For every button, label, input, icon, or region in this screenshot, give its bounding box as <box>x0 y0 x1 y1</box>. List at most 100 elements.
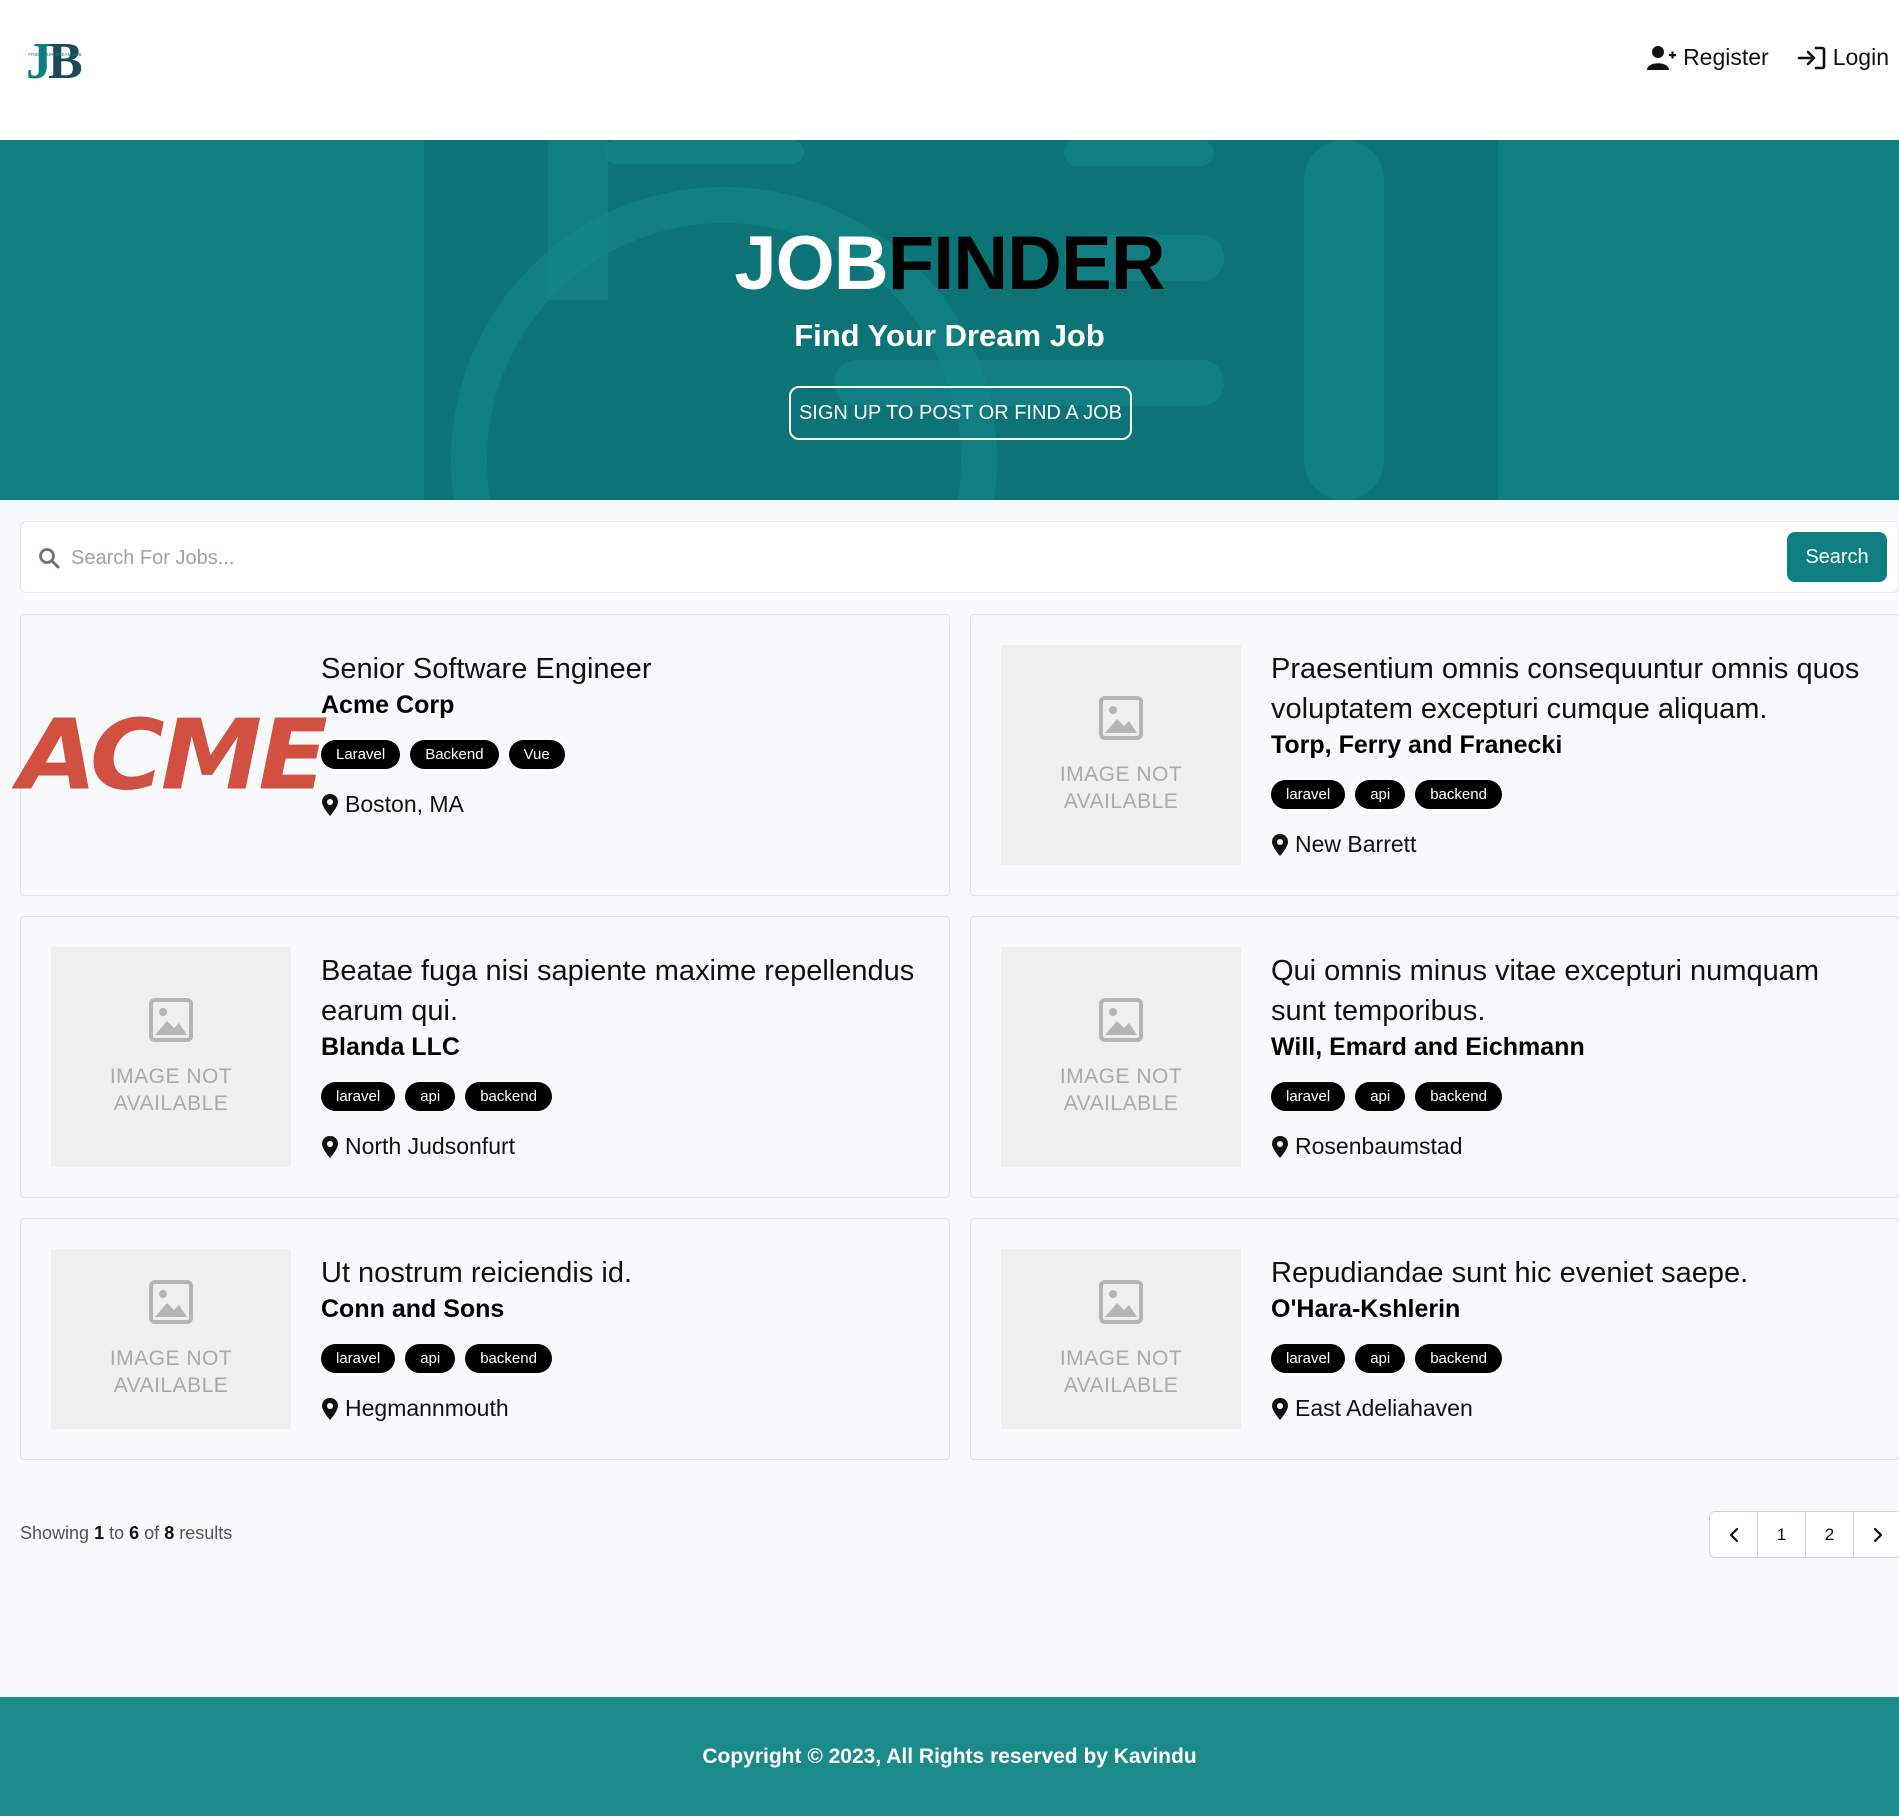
job-tags: laravel api backend <box>1271 780 1869 809</box>
job-search-bar: Search <box>20 521 1899 593</box>
tag-badge[interactable]: api <box>1355 780 1406 809</box>
login-label: Login <box>1832 44 1889 70</box>
job-title[interactable]: Qui omnis minus vitae excepturi numquam … <box>1271 951 1869 1031</box>
hero-banner: JOBFINDER Find Your Dream Job SIGN UP TO… <box>0 140 1899 500</box>
top-nav: Register Login <box>1647 44 1889 71</box>
job-location: North Judsonfurt <box>321 1133 919 1160</box>
tag-badge[interactable]: api <box>405 1082 456 1111</box>
pagination: 1 2 <box>1709 1511 1899 1558</box>
search-input[interactable] <box>71 538 1771 578</box>
map-pin-icon <box>322 1397 338 1420</box>
company-logo: IMAGE NOT AVAILABLE <box>1001 645 1241 865</box>
image-icon <box>149 998 193 1042</box>
copyright-text: Copyright © 2023, All Rights reserved by… <box>702 1744 1197 1768</box>
tag-badge[interactable]: backend <box>465 1344 552 1373</box>
company-name: O'Hara-Kshlerin <box>1271 1295 1461 1323</box>
tag-badge[interactable]: backend <box>1415 1082 1502 1111</box>
chevron-right-icon <box>1873 1527 1883 1542</box>
job-tags: laravel api backend <box>321 1082 919 1111</box>
next-page-button[interactable] <box>1854 1512 1899 1557</box>
search-button[interactable]: Search <box>1787 532 1887 582</box>
map-pin-icon <box>1272 833 1288 856</box>
tag-badge[interactable]: Vue <box>508 740 565 769</box>
image-icon <box>1099 696 1143 740</box>
job-location: New Barrett <box>1271 831 1869 858</box>
company-logo: IMAGE NOT AVAILABLE <box>51 947 291 1167</box>
image-placeholder: IMAGE NOT AVAILABLE <box>51 947 291 1167</box>
company-name: Conn and Sons <box>321 1295 505 1323</box>
svg-text:B: B <box>48 33 83 90</box>
tag-badge[interactable]: backend <box>1415 1344 1502 1373</box>
site-logo[interactable]: J B FIND YOUR DREAM JOB <box>18 32 92 94</box>
company-name: Acme Corp <box>321 691 455 719</box>
chevron-left-icon <box>1729 1527 1738 1542</box>
job-listings: ACME Senior Software Engineer Acme Corp … <box>18 614 1899 1460</box>
map-pin-icon <box>1272 1135 1288 1158</box>
job-location: Rosenbaumstad <box>1271 1133 1869 1160</box>
tag-badge[interactable]: Backend <box>410 740 499 769</box>
tag-badge[interactable]: Laravel <box>321 740 401 769</box>
job-location: Boston, MA <box>321 791 919 818</box>
map-pin-icon <box>1272 1397 1288 1420</box>
job-card[interactable]: IMAGE NOT AVAILABLE Repudiandae sunt hic … <box>970 1218 1899 1460</box>
hero-title: JOBFINDER <box>734 221 1165 306</box>
user-plus-icon <box>1647 45 1677 70</box>
company-logo: IMAGE NOT AVAILABLE <box>1001 1249 1241 1429</box>
image-placeholder: IMAGE NOT AVAILABLE <box>1001 645 1241 865</box>
job-title[interactable]: Praesentium omnis consequuntur omnis quo… <box>1271 649 1869 729</box>
job-location: Hegmannmouth <box>321 1395 919 1422</box>
page-1-button[interactable]: 1 <box>1758 1512 1806 1557</box>
job-tags: laravel api backend <box>1271 1082 1869 1111</box>
logo-tagline: FIND YOUR DREAM JOB <box>28 52 81 57</box>
register-link[interactable]: Register <box>1647 44 1769 71</box>
company-logo: IMAGE NOT AVAILABLE <box>51 1249 291 1429</box>
tag-badge[interactable]: backend <box>465 1082 552 1111</box>
company-name: Torp, Ferry and Franecki <box>1271 731 1563 759</box>
tag-badge[interactable]: laravel <box>321 1344 396 1373</box>
image-placeholder: IMAGE NOT AVAILABLE <box>1001 1249 1241 1429</box>
tag-badge[interactable]: api <box>1355 1344 1406 1373</box>
image-icon <box>149 1280 193 1324</box>
map-pin-icon <box>322 1135 338 1158</box>
page-2-button[interactable]: 2 <box>1806 1512 1854 1557</box>
job-tags: laravel api backend <box>321 1344 919 1373</box>
job-title[interactable]: Beatae fuga nisi sapiente maxime repelle… <box>321 951 919 1031</box>
image-icon <box>1099 998 1143 1042</box>
hero-subtitle: Find Your Dream Job <box>794 318 1105 353</box>
job-title[interactable]: Ut nostrum reiciendis id. <box>321 1253 919 1293</box>
job-card[interactable]: IMAGE NOT AVAILABLE Ut nostrum reiciendis… <box>20 1218 950 1460</box>
signup-cta-button[interactable]: SIGN UP TO POST OR FIND A JOB <box>789 386 1132 440</box>
site-header: J B FIND YOUR DREAM JOB Register Login <box>0 0 1899 140</box>
tag-badge[interactable]: api <box>1355 1082 1406 1111</box>
job-card[interactable]: IMAGE NOT AVAILABLE Qui omnis minus vitae… <box>970 916 1899 1198</box>
image-placeholder: IMAGE NOT AVAILABLE <box>51 1249 291 1429</box>
tag-badge[interactable]: api <box>405 1344 456 1373</box>
job-card[interactable]: IMAGE NOT AVAILABLE Praesentium omnis con… <box>970 614 1899 896</box>
job-title[interactable]: Repudiandae sunt hic eveniet saepe. <box>1271 1253 1869 1293</box>
tag-badge[interactable]: laravel <box>1271 780 1346 809</box>
job-card[interactable]: IMAGE NOT AVAILABLE Beatae fuga nisi sapi… <box>20 916 950 1198</box>
results-summary: Showing 1 to 6 of 8 results <box>20 1523 233 1543</box>
login-link[interactable]: Login <box>1797 44 1889 71</box>
company-logo: ACME <box>18 645 328 865</box>
job-tags: Laravel Backend Vue <box>321 740 919 769</box>
company-name: Will, Emard and Eichmann <box>1271 1033 1585 1061</box>
site-footer: Copyright © 2023, All Rights reserved by… <box>0 1697 1899 1816</box>
image-icon <box>1099 1280 1143 1324</box>
tag-badge[interactable]: laravel <box>321 1082 396 1111</box>
company-name: Blanda LLC <box>321 1033 460 1061</box>
search-icon <box>39 548 60 569</box>
tag-badge[interactable]: backend <box>1415 780 1502 809</box>
tag-badge[interactable]: laravel <box>1271 1344 1346 1373</box>
job-title[interactable]: Senior Software Engineer <box>321 649 919 689</box>
image-placeholder: IMAGE NOT AVAILABLE <box>1001 947 1241 1167</box>
login-icon <box>1797 46 1826 69</box>
job-card[interactable]: ACME Senior Software Engineer Acme Corp … <box>18 614 950 896</box>
company-logo: IMAGE NOT AVAILABLE <box>1001 947 1241 1167</box>
register-label: Register <box>1683 44 1769 70</box>
job-location: East Adeliahaven <box>1271 1395 1869 1422</box>
tag-badge[interactable]: laravel <box>1271 1082 1346 1111</box>
prev-page-button[interactable] <box>1710 1512 1758 1557</box>
acme-logo: ACME <box>18 698 328 812</box>
job-tags: laravel api backend <box>1271 1344 1869 1373</box>
